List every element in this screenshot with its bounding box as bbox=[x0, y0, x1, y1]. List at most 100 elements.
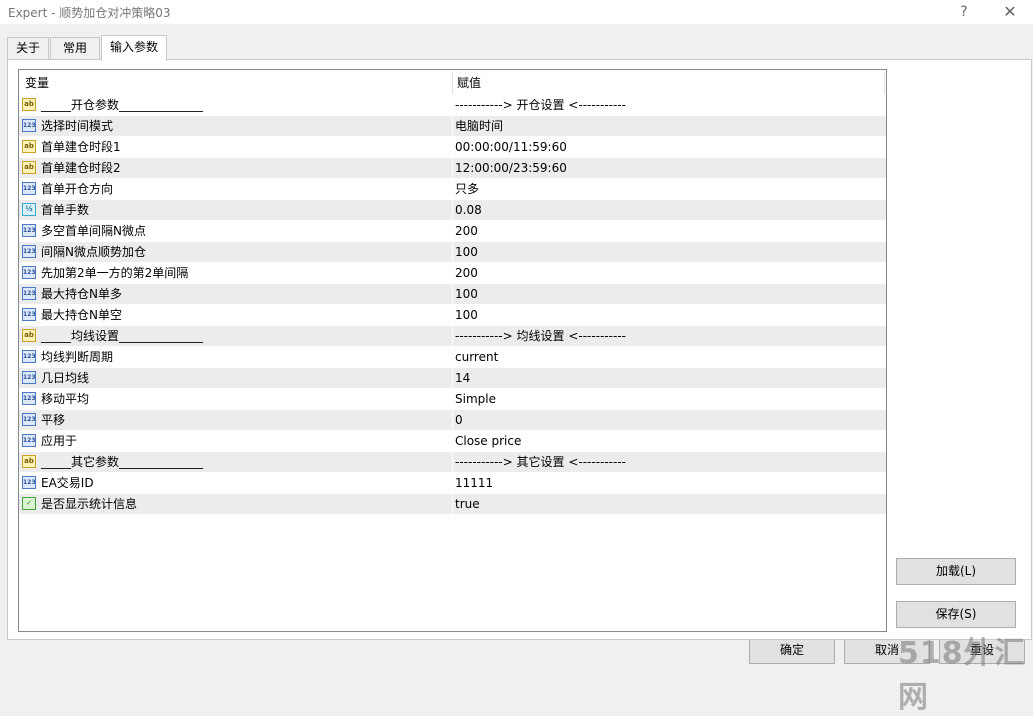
string-type-icon: ab bbox=[22, 98, 36, 111]
help-icon[interactable]: ? bbox=[950, 2, 978, 22]
parameter-value[interactable]: 0.08 bbox=[455, 200, 482, 220]
cell-divider bbox=[452, 95, 453, 116]
parameter-value[interactable]: 14 bbox=[455, 368, 470, 388]
parameter-name: 首单建仓时段1 bbox=[41, 140, 121, 154]
tab-common[interactable]: 常用 bbox=[50, 37, 100, 59]
integer-type-icon: 123 bbox=[22, 476, 36, 489]
cell-divider bbox=[452, 284, 453, 305]
parameter-row[interactable]: ab _____其它参数______________ -----------> 其它… bbox=[19, 452, 886, 473]
cell-divider bbox=[452, 410, 453, 431]
parameter-value[interactable]: 只多 bbox=[455, 179, 479, 199]
parameter-value[interactable]: -----------> 均线设置 <----------- bbox=[455, 326, 626, 346]
cell-divider bbox=[452, 473, 453, 494]
cell-divider bbox=[452, 221, 453, 242]
string-type-icon: ab bbox=[22, 329, 36, 342]
ok-button[interactable]: 确定 bbox=[749, 637, 835, 664]
parameter-name: 移动平均 bbox=[41, 392, 90, 406]
parameter-name: 先加第2单一方的第2单间隔 bbox=[41, 266, 189, 280]
parameter-value[interactable]: 200 bbox=[455, 221, 478, 241]
parameter-value[interactable]: Close price bbox=[455, 431, 521, 451]
parameter-row[interactable]: ✓ 是否显示统计信息 true bbox=[19, 494, 886, 515]
parameter-row[interactable]: 123 间隔N微点顺势加仓 100 bbox=[19, 242, 886, 263]
parameter-name: 是否显示统计信息 bbox=[41, 497, 138, 511]
parameter-value[interactable]: 200 bbox=[455, 263, 478, 283]
parameter-row[interactable]: 123 几日均线 14 bbox=[19, 368, 886, 389]
column-divider[interactable] bbox=[452, 72, 453, 94]
parameter-row[interactable]: ab _____开仓参数______________ -----------> 开仓… bbox=[19, 95, 886, 116]
cell-divider bbox=[452, 389, 453, 410]
cell-divider bbox=[452, 326, 453, 347]
parameter-value[interactable]: 00:00:00/11:59:60 bbox=[455, 137, 567, 157]
parameter-name: 应用于 bbox=[41, 434, 78, 448]
parameter-row[interactable]: 123 均线判断周期 current bbox=[19, 347, 886, 368]
close-icon[interactable]: ✕ bbox=[996, 2, 1024, 22]
cell-divider bbox=[452, 431, 453, 452]
integer-type-icon: 123 bbox=[22, 371, 36, 384]
parameter-row[interactable]: 123 最大持仓N单多 100 bbox=[19, 284, 886, 305]
parameter-row[interactable]: 123 选择时间模式 电脑时间 bbox=[19, 116, 886, 137]
column-header-variable[interactable]: 变量 bbox=[25, 70, 49, 94]
parameter-value[interactable]: 100 bbox=[455, 242, 478, 262]
parameter-value[interactable]: Simple bbox=[455, 389, 496, 409]
cell-divider bbox=[452, 158, 453, 179]
column-divider[interactable] bbox=[884, 72, 885, 94]
parameter-row[interactable]: 123 平移 0 bbox=[19, 410, 886, 431]
parameter-row[interactable]: 123 先加第2单一方的第2单间隔 200 bbox=[19, 263, 886, 284]
parameter-row[interactable]: 123 移动平均 Simple bbox=[19, 389, 886, 410]
parameter-value[interactable]: 0 bbox=[455, 410, 463, 430]
cell-divider bbox=[452, 305, 453, 326]
parameter-value[interactable]: -----------> 开仓设置 <----------- bbox=[455, 95, 626, 115]
parameters-grid: 变量 赋值 ab _____开仓参数______________ ---------… bbox=[18, 69, 887, 632]
parameter-row[interactable]: ab 首单建仓时段1 00:00:00/11:59:60 bbox=[19, 137, 886, 158]
tab-about[interactable]: 关于 bbox=[7, 37, 49, 59]
parameter-name: 均线判断周期 bbox=[41, 350, 114, 364]
parameter-row[interactable]: 123 应用于 Close price bbox=[19, 431, 886, 452]
parameter-name: _____其它参数______________ bbox=[41, 455, 204, 469]
cell-divider bbox=[452, 242, 453, 263]
parameter-name: 多空首单间隔N微点 bbox=[41, 224, 146, 238]
parameter-value[interactable]: 电脑时间 bbox=[455, 116, 503, 136]
grid-rows: ab _____开仓参数______________ -----------> 开仓… bbox=[19, 95, 886, 515]
integer-type-icon: 123 bbox=[22, 245, 36, 258]
cell-divider bbox=[452, 263, 453, 284]
parameter-row[interactable]: 123 EA交易ID 11111 bbox=[19, 473, 886, 494]
column-header-value[interactable]: 赋值 bbox=[457, 70, 481, 94]
integer-type-icon: 123 bbox=[22, 392, 36, 405]
cell-divider bbox=[452, 116, 453, 137]
parameter-row[interactable]: 123 多空首单间隔N微点 200 bbox=[19, 221, 886, 242]
parameter-name: 首单开仓方向 bbox=[41, 182, 114, 196]
parameter-row[interactable]: ab 首单建仓时段2 12:00:00/23:59:60 bbox=[19, 158, 886, 179]
save-button[interactable]: 保存(S) bbox=[896, 601, 1016, 628]
parameter-value[interactable]: current bbox=[455, 347, 498, 367]
parameter-row[interactable]: 123 首单开仓方向 只多 bbox=[19, 179, 886, 200]
parameter-name: _____均线设置______________ bbox=[41, 329, 204, 343]
integer-type-icon: 123 bbox=[22, 434, 36, 447]
load-button[interactable]: 加载(L) bbox=[896, 558, 1016, 585]
parameter-value[interactable]: 100 bbox=[455, 305, 478, 325]
parameter-value[interactable]: 12:00:00/23:59:60 bbox=[455, 158, 567, 178]
integer-type-icon: 123 bbox=[22, 266, 36, 279]
window-title: Expert - 顺势加仓对冲策略03 bbox=[8, 6, 171, 20]
parameter-name: 首单手数 bbox=[41, 203, 90, 217]
bool-type-icon: ✓ bbox=[22, 497, 36, 510]
integer-type-icon: 123 bbox=[22, 287, 36, 300]
integer-type-icon: 123 bbox=[22, 182, 36, 195]
parameter-value[interactable]: true bbox=[455, 494, 480, 514]
tab-inputs[interactable]: 输入参数 bbox=[101, 35, 167, 61]
cell-divider bbox=[452, 179, 453, 200]
double-type-icon: ½ bbox=[22, 203, 36, 216]
parameter-name: 最大持仓N单多 bbox=[41, 287, 122, 301]
parameter-name: 平移 bbox=[41, 413, 66, 427]
parameter-value[interactable]: -----------> 其它设置 <----------- bbox=[455, 452, 626, 472]
cell-divider bbox=[452, 368, 453, 389]
parameter-row[interactable]: ab _____均线设置______________ -----------> 均线… bbox=[19, 326, 886, 347]
title-bar: Expert - 顺势加仓对冲策略03 ? ✕ bbox=[0, 0, 1033, 24]
parameter-row[interactable]: ½ 首单手数 0.08 bbox=[19, 200, 886, 221]
string-type-icon: ab bbox=[22, 455, 36, 468]
parameter-name: 几日均线 bbox=[41, 371, 90, 385]
parameter-row[interactable]: 123 最大持仓N单空 100 bbox=[19, 305, 886, 326]
parameter-value[interactable]: 100 bbox=[455, 284, 478, 304]
watermark-logo: 518外汇网 bbox=[898, 636, 1026, 715]
cell-divider bbox=[452, 494, 453, 515]
parameter-value[interactable]: 11111 bbox=[455, 473, 493, 493]
